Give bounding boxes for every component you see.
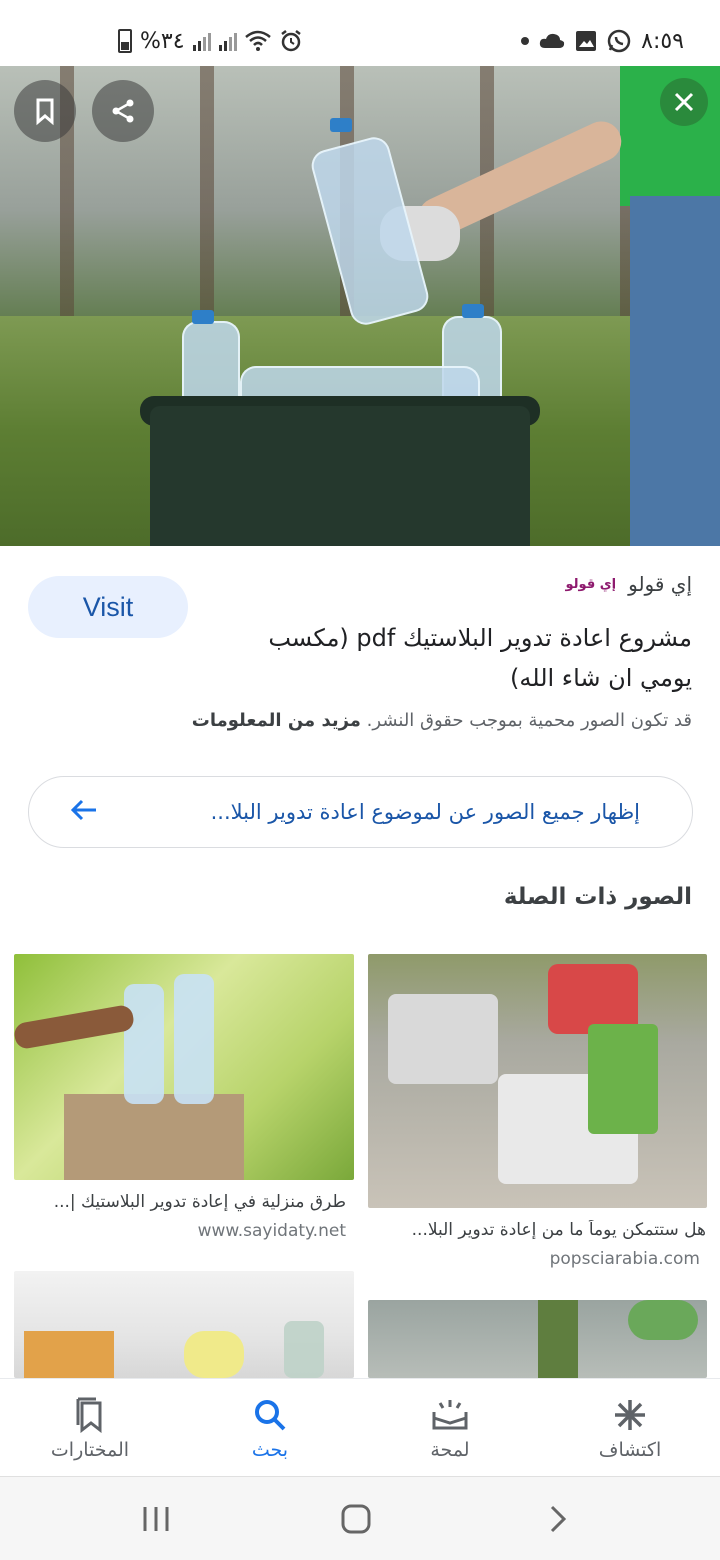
related-caption[interactable]: طرق منزلية في إعادة تدوير البلاستيك |... — [12, 1192, 346, 1212]
show-all-images-button[interactable]: إظهار جميع الصور عن لموضوع اعادة تدوير ا… — [28, 776, 693, 848]
cloud-icon — [539, 33, 565, 48]
battery-icon — [118, 29, 132, 53]
bottom-nav: المختارات بحث لمحة اكتشاف — [0, 1378, 720, 1476]
related-image-bag[interactable] — [14, 954, 354, 1180]
nav-label: المختارات — [50, 1438, 130, 1461]
arrow-left-icon — [59, 795, 99, 830]
hero-person-jeans — [630, 196, 720, 546]
visit-button[interactable]: Visit — [28, 576, 188, 638]
nav-discover[interactable]: اكتشاف — [540, 1379, 720, 1476]
status-left: %٣٤ — [118, 24, 303, 58]
source-name: إي قولو — [628, 572, 692, 596]
home-button[interactable] — [326, 1497, 386, 1541]
related-image-trash[interactable] — [368, 954, 707, 1208]
dot-icon — [521, 37, 530, 45]
recent-apps-button[interactable] — [126, 1497, 186, 1541]
nav-search[interactable]: بحث — [180, 1379, 360, 1476]
bookmark-button[interactable] — [14, 80, 76, 142]
clock: ٨:٥٩ — [641, 28, 684, 54]
nav-collections[interactable]: المختارات — [0, 1379, 180, 1476]
nav-label: اكتشاف — [598, 1438, 662, 1461]
snapshot-icon — [430, 1395, 470, 1435]
bookmark-icon — [36, 98, 54, 126]
whatsapp-icon — [607, 29, 631, 53]
nav-label: بحث — [251, 1438, 289, 1461]
close-icon — [674, 92, 694, 112]
hero-cap — [330, 118, 352, 132]
hero-bin — [150, 406, 530, 546]
wifi-icon — [244, 30, 271, 51]
related-title: الصور ذات الصلة — [503, 884, 692, 910]
system-nav-bar — [0, 1476, 720, 1560]
related-image-jar[interactable] — [14, 1271, 354, 1378]
asterisk-icon — [610, 1395, 650, 1435]
recents-icon — [143, 1507, 169, 1531]
source-row[interactable]: إي قولو إي قولو — [566, 572, 692, 596]
copyright-notice: قد تكون الصور محمية بموجب حقوق النشر. مز… — [132, 710, 692, 731]
share-icon — [112, 99, 134, 123]
signal-icon — [192, 31, 211, 51]
home-icon — [341, 1504, 371, 1534]
hero-cap-right — [462, 304, 484, 318]
more-info-link[interactable]: مزيد من المعلومات — [192, 710, 361, 731]
result-title[interactable]: مشروع اعادة تدوير البلاستيك pdf (مكسب يو… — [252, 618, 692, 698]
signal-icon-2 — [218, 31, 237, 51]
share-button[interactable] — [92, 80, 154, 142]
chevron-right-icon — [550, 1505, 567, 1533]
nav-snapshot[interactable]: لمحة — [360, 1379, 540, 1476]
close-button[interactable] — [660, 78, 708, 126]
related-source: popsciarabia.com — [549, 1249, 700, 1269]
collections-icon — [70, 1395, 110, 1435]
gallery-icon — [576, 31, 597, 51]
battery-percent: %٣٤ — [140, 28, 185, 54]
nav-label: لمحة — [430, 1438, 470, 1461]
copyright-text: قد تكون الصور محمية بموجب حقوق النشر. — [366, 710, 692, 731]
status-bar: %٣٤ ٨:٥٩ — [0, 0, 720, 66]
search-icon — [250, 1395, 290, 1435]
source-logo: إي قولو — [565, 576, 617, 592]
hero-cap-left — [192, 310, 214, 324]
related-source: www.sayidaty.net — [197, 1221, 346, 1241]
alarm-icon — [280, 30, 301, 52]
back-button[interactable] — [528, 1497, 588, 1541]
related-caption[interactable]: هل ستتمكن يوماً ما من إعادة تدوير البلا.… — [367, 1220, 706, 1240]
show-all-label: إظهار جميع الصور عن لموضوع اعادة تدوير ا… — [210, 800, 640, 824]
related-image-wall[interactable] — [368, 1300, 707, 1378]
status-right: ٨:٥٩ — [521, 24, 684, 58]
